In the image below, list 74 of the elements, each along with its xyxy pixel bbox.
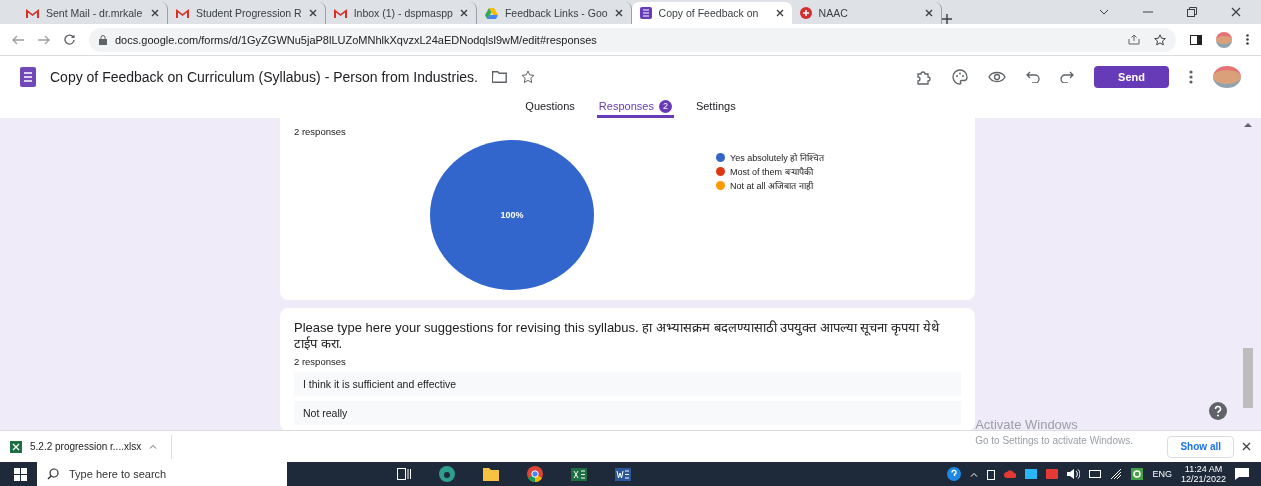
folder-icon[interactable] [483,467,499,481]
send-button[interactable]: Send [1094,65,1169,88]
new-tab-icon[interactable] [941,14,952,24]
spreadsheet-icon[interactable] [571,467,587,481]
close-icon[interactable] [614,9,623,17]
cloud-icon[interactable] [1004,470,1017,478]
activation-title: Activate Windows [975,417,1079,432]
question-text: Please type here your suggestions for revising this syllabus. हा अभ्यासक्रम बदलण्यासाठी उपयुक्त आपल्या सूचना कृपया येथे टाईप करा. [294,320,941,352]
lock-icon [99,34,107,45]
search-icon [47,468,59,480]
back-icon[interactable] [12,34,24,45]
close-icon[interactable] [1231,7,1241,17]
forms-icon[interactable] [20,66,36,87]
side-panel-icon[interactable] [1190,34,1202,45]
star-icon[interactable] [1154,33,1166,46]
gmail-icon [333,8,347,18]
notification-icon[interactable] [1235,468,1249,480]
more-icon[interactable] [1189,69,1193,84]
folder-icon[interactable] [491,70,507,83]
forward-icon[interactable] [38,34,50,45]
logo-icon [799,7,812,19]
speaker-icon[interactable] [1067,469,1081,479]
windows-icon[interactable] [14,467,27,481]
close-icon[interactable] [459,9,468,17]
gmail-icon [26,8,39,18]
chrome-icon[interactable] [527,466,543,482]
form-tab[interactable]: Questions [523,97,577,118]
form-title[interactable]: Copy of Feedback on Curriculum (Syllabus) - Person from Industries. [50,68,478,85]
browser-icon[interactable] [439,466,455,482]
response-count: 2 responses [294,356,347,367]
form-tab[interactable]: Settings [693,97,738,118]
chevron-down-icon[interactable] [1099,9,1109,15]
redo-icon[interactable] [1060,70,1074,83]
more-icon[interactable] [1246,34,1249,45]
star-icon[interactable] [520,69,535,84]
slice-label: 100% [500,209,524,220]
scrollbar-thumb[interactable] [1243,348,1253,408]
undo-icon[interactable] [1026,70,1040,83]
profile-avatar[interactable] [1216,31,1232,48]
close-icon[interactable] [924,9,933,17]
close-icon[interactable] [1242,442,1251,451]
puzzle-icon[interactable] [916,68,932,85]
scroll-up-icon[interactable] [1244,122,1252,128]
share-icon[interactable] [1128,33,1140,45]
forms-icon [639,7,652,19]
profile-avatar[interactable] [1213,65,1241,88]
app-icon[interactable] [1131,468,1144,480]
answer-row: Not really [294,401,961,425]
activation-hint: Go to Settings to activate Windows. [975,435,1133,446]
clock[interactable]: 11:24 AM 12/21/2022 [1180,464,1226,484]
gmail-icon [176,8,189,18]
answer-row: I think it is sufficient and effective [294,372,961,396]
eye-icon[interactable] [988,70,1006,83]
task-view-icon[interactable] [397,468,411,480]
legend-label: Not at all अजिबात नाही [730,180,813,192]
help-icon[interactable] [947,467,962,481]
download-item[interactable]: 5.2.2 progression r....xlsx [10,434,173,459]
spreadsheet-icon [10,440,22,453]
legend-label: Yes absolutely हो निश्चित [730,152,824,164]
response-count: 2 responses [294,126,347,137]
drive-icon [484,7,498,19]
reload-icon[interactable] [64,34,75,45]
close-icon[interactable] [151,9,159,17]
palette-icon[interactable] [952,68,968,85]
close-icon[interactable] [775,9,784,17]
legend-label: Most of them बऱ्यापैकी [730,166,813,178]
browser-tab[interactable]: Copy of Feedback on [631,2,792,24]
taskbar-search-field[interactable]: Type here to search [37,462,287,486]
document-icon[interactable] [615,467,631,481]
restore-icon[interactable] [1187,7,1197,17]
close-icon[interactable] [308,9,317,17]
language-indicator[interactable]: ENG [1152,469,1172,479]
show-all-button[interactable]: Show all [1167,435,1234,458]
address-bar[interactable]: docs.google.com/forms/d/1GyZGWNu5jaP8lLUZoMNhlkXqvzxL24aEDNodqlsl9wM/edit#responses [89,27,1176,52]
